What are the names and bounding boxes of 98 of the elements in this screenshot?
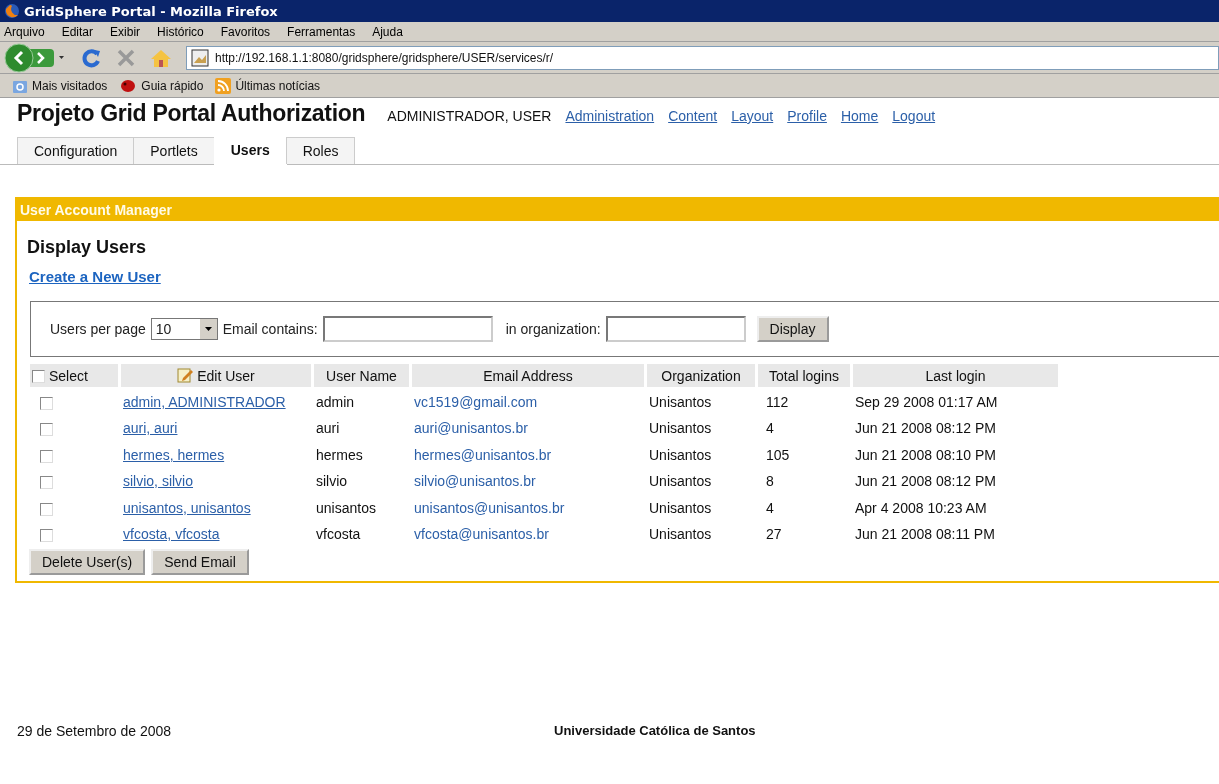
checkbox[interactable]: [40, 529, 53, 543]
email-link[interactable]: vfcosta@unisantos.br: [414, 526, 549, 543]
table-cell-text: Unisantos: [648, 498, 713, 518]
user-name: ADMINISTRADOR, USER: [387, 108, 552, 124]
edit-user-link[interactable]: auri, auri: [123, 420, 178, 437]
edit-user-link[interactable]: unisantos, unisantos: [123, 499, 251, 516]
globe-icon: [4, 3, 20, 19]
table-cell-text: 112: [765, 392, 790, 412]
edit-user-link[interactable]: vfcosta, vfcosta: [123, 526, 220, 543]
menu-item[interactable]: Editar: [61, 24, 94, 39]
email-link[interactable]: unisantos@unisantos.br: [414, 499, 565, 516]
column-header: Last login: [853, 364, 1058, 387]
nav-link[interactable]: Layout: [731, 108, 774, 124]
bug-icon: [119, 77, 138, 94]
table-cell-text: Jun 21 2008 08:12 PM: [854, 419, 997, 439]
nav-link[interactable]: Home: [840, 108, 879, 124]
window-title: GridSphere Portal - Mozilla Firefox: [24, 3, 278, 19]
portal-title: Projeto Grid Portal Authorization: [17, 100, 366, 127]
table-cell-text: 105: [765, 445, 791, 465]
nav-link[interactable]: Profile: [787, 108, 827, 124]
select-label: Select: [48, 367, 88, 384]
create-user-link[interactable]: Create a New User: [29, 268, 161, 285]
bookmark-link[interactable]: Guia rápido: [141, 78, 204, 93]
edit-user-link[interactable]: admin, ADMINISTRADOR: [123, 393, 286, 410]
table-cell-text: Unisantos: [648, 472, 713, 492]
menu-item[interactable]: Ajuda: [372, 24, 403, 39]
table-cell-text: unisantos: [315, 498, 377, 518]
email-link[interactable]: vc1519@gmail.com: [414, 393, 538, 410]
page-icon: [191, 48, 209, 67]
menu-item[interactable]: Histórico: [157, 24, 204, 39]
nav-link[interactable]: Administration: [565, 108, 655, 124]
table-cell-text: Unisantos: [648, 525, 713, 545]
column-title: Edit User: [197, 368, 255, 384]
table-cell-text: silvio: [315, 472, 349, 492]
checkbox[interactable]: [40, 423, 53, 437]
back-forward-icon[interactable]: [4, 42, 66, 73]
checkbox[interactable]: [40, 476, 53, 490]
table-cell-text: Unisantos: [648, 419, 713, 439]
footer-date: 29 de Setembro de 2008: [17, 723, 173, 739]
email-field[interactable]: [322, 316, 493, 342]
table-cell-text: 27: [765, 525, 783, 545]
organization-field[interactable]: [605, 316, 746, 342]
column-header: Total logins: [758, 364, 850, 387]
tab[interactable]: Portlets: [133, 137, 215, 164]
table-cell-text: vfcosta: [315, 525, 362, 545]
table-cell-text: hermes: [315, 445, 364, 465]
nav-link[interactable]: Logout: [892, 108, 936, 124]
checkbox[interactable]: [40, 502, 53, 516]
home-icon[interactable]: [150, 47, 172, 68]
checkbox[interactable]: [32, 370, 45, 384]
bookmark-link[interactable]: Mais visitados: [32, 78, 108, 93]
url-text: http://192.168.1.1:8080/gridsphere/gridsphere/USER/services/r/: [215, 50, 554, 65]
edit-user-link[interactable]: hermes, hermes: [123, 446, 225, 463]
checkbox[interactable]: [40, 396, 53, 410]
action-button[interactable]: Delete User(s): [29, 549, 146, 575]
edit-user-link[interactable]: silvio, silvio: [123, 473, 193, 490]
column-header: Email Address: [412, 364, 644, 387]
footer-institution: Universidade Católica de Santos: [554, 723, 757, 739]
tab[interactable]: Users: [213, 136, 287, 165]
pencil-note-icon: [177, 367, 194, 383]
field-label: Email contains:: [222, 321, 318, 337]
email-link[interactable]: hermes@unisantos.br: [414, 446, 552, 463]
column-header: Organization: [647, 364, 755, 387]
bookmark-link[interactable]: Últimas notícias: [235, 78, 321, 93]
email-link[interactable]: silvio@unisantos.br: [414, 473, 536, 490]
portlet-title: User Account Manager: [17, 199, 1219, 221]
table-cell-text: 4: [765, 419, 775, 439]
nav-link[interactable]: Content: [668, 108, 718, 124]
checkbox[interactable]: [40, 449, 53, 463]
field-label: Users per page: [50, 321, 146, 337]
tab[interactable]: Configuration: [17, 137, 135, 164]
rss-feed-icon: [215, 77, 232, 94]
table-cell-text: Jun 21 2008 08:10 PM: [854, 445, 997, 465]
column-header: User Name: [314, 364, 409, 387]
address-field[interactable]: http://192.168.1.1:8080/gridsphere/gridsphere/USER/services/r/: [186, 45, 1219, 70]
display-button[interactable]: Display: [756, 316, 829, 342]
table-cell-text: Apr 4 2008 10:23 AM: [854, 498, 988, 518]
menu-item[interactable]: Ferramentas: [287, 24, 356, 39]
table-cell-text: Unisantos: [648, 392, 713, 412]
menu-item[interactable]: Favoritos: [220, 24, 271, 39]
action-button[interactable]: Send Email: [151, 549, 249, 575]
stop-icon[interactable]: [116, 47, 136, 68]
reload-icon[interactable]: [80, 46, 102, 69]
email-link[interactable]: auri@unisantos.br: [414, 420, 528, 437]
table-cell-text: Jun 21 2008 08:11 PM: [854, 525, 996, 545]
per-page-select[interactable]: 10: [150, 318, 218, 340]
table-cell-text: auri: [315, 419, 341, 439]
table-cell-text: Jun 21 2008 08:12 PM: [854, 472, 997, 492]
table-cell-text: Unisantos: [648, 445, 713, 465]
menu-item[interactable]: Arquivo: [4, 24, 45, 39]
tab[interactable]: Roles: [285, 137, 356, 164]
table-cell-text: admin: [315, 392, 356, 412]
table-cell-text: 8: [765, 472, 775, 492]
field-label: in organization:: [505, 321, 601, 337]
menu-item[interactable]: Exibir: [110, 24, 141, 39]
table-cell-text: 4: [765, 498, 775, 518]
section-heading: Display Users: [26, 236, 148, 258]
table-cell-text: Sep 29 2008 01:17 AM: [854, 392, 999, 412]
